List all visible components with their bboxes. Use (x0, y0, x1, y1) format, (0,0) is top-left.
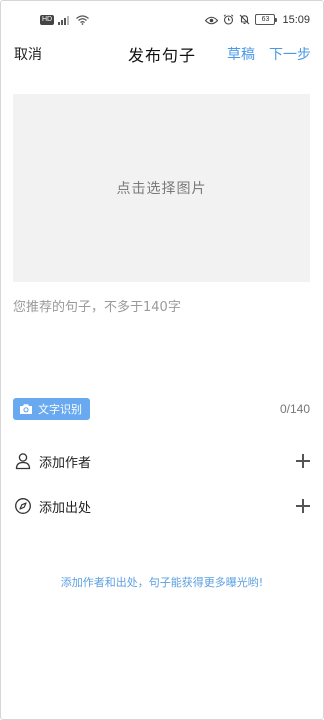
compass-icon (14, 497, 32, 515)
image-picker-label: 点击选择图片 (116, 181, 207, 197)
draft-button[interactable]: 草稿 (227, 44, 255, 64)
mute-bell-icon (239, 10, 250, 29)
add-source-row[interactable]: 添加出处 (14, 494, 310, 518)
camera-icon (19, 400, 33, 419)
nav-bar: 取消 发布句子 草稿 下一步 (0, 36, 324, 70)
plus-icon[interactable] (296, 454, 310, 468)
add-source-label: 添加出处 (39, 500, 92, 516)
next-step-button[interactable]: 下一步 (269, 44, 311, 64)
char-counter: 0/140 (279, 402, 310, 416)
signal-icon (58, 10, 72, 29)
clock: 15:09 (282, 13, 310, 26)
status-bar: HD 63 15:09 (0, 0, 324, 36)
plus-icon[interactable] (296, 499, 310, 513)
ocr-button[interactable]: 文字识别 (13, 398, 90, 420)
ocr-label: 文字识别 (38, 403, 82, 416)
alarm-icon (223, 10, 234, 29)
battery-level: 63 (255, 14, 276, 25)
battery-icon: 63 (255, 14, 278, 25)
wifi-icon (76, 10, 90, 29)
person-icon (14, 452, 32, 470)
sentence-input[interactable] (13, 296, 310, 386)
image-picker[interactable]: 点击选择图片 (13, 94, 310, 282)
eye-icon (205, 10, 219, 29)
status-left: HD (40, 10, 90, 29)
hint-text: 添加作者和出处，句子能获得更多曝光哟! (60, 576, 264, 589)
status-right: 63 15:09 (205, 10, 310, 29)
add-author-label: 添加作者 (39, 455, 92, 471)
hd-badge: HD (40, 14, 55, 25)
add-author-row[interactable]: 添加作者 (14, 449, 310, 473)
